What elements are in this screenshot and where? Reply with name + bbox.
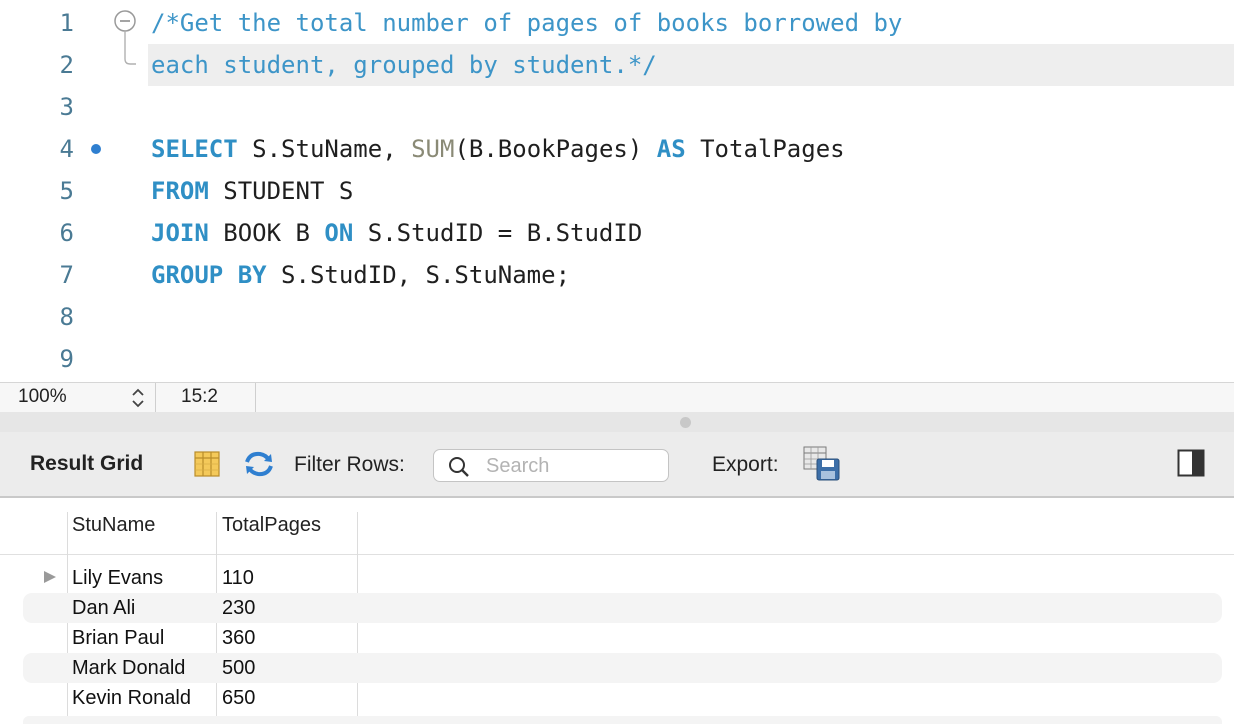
panel-toggle-icon[interactable] [1177,449,1205,477]
sql-keyword: GROUP BY [151,261,267,289]
sql-text: S.StuName, [237,135,412,163]
zoom-stepper-icon[interactable] [128,385,148,411]
line-number: 8 [59,303,74,331]
export-save-icon[interactable] [803,446,841,482]
sql-text: TotalPages [685,135,845,163]
code-text: /*Get the total number of pages of books… [151,2,902,44]
filter-rows-label: Filter Rows: [294,453,405,476]
line-number: 9 [59,345,74,373]
result-toolbar: Result Grid Filter Rows: Export: [0,432,1234,498]
line-number: 6 [59,219,74,247]
sql-function: SUM [411,135,455,163]
sql-text: S.StudID = B.StudID [353,219,643,247]
code-line-9: 9 [0,338,1234,380]
code-line-5: 5 FROM STUDENT S [0,170,1234,212]
table-row[interactable]: Mark Donald 500 [0,653,1234,683]
cell-totalpages[interactable]: 650 [222,687,255,710]
sql-comment: each student, grouped by student.*/ [151,51,657,79]
sql-keyword: SELECT [151,135,238,163]
line-number: 4 [59,135,74,163]
table-row[interactable]: Brian Paul 360 [0,623,1234,653]
editor-status-bar: 100% 15:2 [0,382,1234,413]
cell-stuname[interactable]: Lily Evans [72,567,163,590]
result-grid-title[interactable]: Result Grid [30,452,143,476]
statement-marker-icon [91,144,101,154]
cell-stuname[interactable]: Kevin Ronald [72,687,191,710]
cursor-position: 15:2 [181,386,218,407]
column-header-stuname[interactable]: StuName [72,514,155,537]
cell-stuname[interactable]: Dan Ali [72,597,135,620]
status-divider [155,383,156,413]
line-number: 3 [59,93,74,121]
sql-text: (B.BookPages) [454,135,657,163]
grid-header: StuName TotalPages [0,498,1234,555]
code-text: GROUP BY S.StudID, S.StuName; [151,254,570,296]
search-icon [449,457,469,477]
grid-view-icon[interactable] [193,450,221,478]
sql-keyword: FROM [151,177,209,205]
cell-totalpages[interactable]: 230 [222,597,255,620]
zoom-level[interactable]: 100% [18,386,67,408]
search-input[interactable] [486,454,656,478]
code-line-7: 7 GROUP BY S.StudID, S.StuName; [0,254,1234,296]
cell-totalpages[interactable]: 110 [222,567,254,590]
refresh-icon[interactable] [242,449,276,479]
code-text: SELECT S.StuName, SUM(B.BookPages) AS To… [151,128,845,170]
result-grid: StuName TotalPages Lily Evans 110 Dan Al… [0,498,1234,724]
cell-totalpages[interactable]: 500 [222,657,255,680]
code-line-4: 4 SELECT S.StuName, SUM(B.BookPages) AS … [0,128,1234,170]
cell-stuname[interactable]: Brian Paul [72,627,164,650]
code-line-8: 8 [0,296,1234,338]
cell-stuname[interactable]: Mark Donald [72,657,185,680]
cell-totalpages[interactable]: 360 [222,627,255,650]
table-row[interactable]: Lily Evans 110 [0,563,1234,593]
line-number: 7 [59,261,74,289]
row-stripe [23,593,1222,623]
code-line-1: 1 /*Get the total number of pages of boo… [0,2,1234,44]
sql-text: BOOK B [208,219,325,247]
sql-keyword: AS [656,135,686,163]
sql-text: STUDENT S [208,177,354,205]
code-line-3: 3 [0,86,1234,128]
search-box[interactable] [433,449,669,482]
sql-text: S.StudID, S.StuName; [266,261,571,289]
code-line-2: 2 each student, grouped by student.*/ [0,44,1234,86]
table-row[interactable]: Kevin Ronald 650 [0,683,1234,713]
column-header-totalpages[interactable]: TotalPages [222,514,321,537]
row-stripe [23,653,1222,683]
panel-splitter[interactable] [0,412,1234,432]
line-number: 1 [59,9,74,37]
code-text: JOIN BOOK B ON S.StudID = B.StudID [151,212,642,254]
sql-editor[interactable]: 1 /*Get the total number of pages of boo… [0,0,1234,382]
code-line-6: 6 JOIN BOOK B ON S.StudID = B.StudID [0,212,1234,254]
row-stripe [23,716,1222,724]
code-text: FROM STUDENT S [151,170,353,212]
splitter-handle[interactable] [680,417,691,428]
sql-keyword: ON [324,219,354,247]
current-row-arrow-icon [44,571,56,583]
line-number: 5 [59,177,74,205]
export-label: Export: [712,453,779,476]
status-divider [255,383,256,413]
sql-keyword: JOIN [151,219,209,247]
code-text: each student, grouped by student.*/ [151,44,657,86]
table-row[interactable]: Dan Ali 230 [0,593,1234,623]
line-number: 2 [59,51,74,79]
sql-comment: /*Get the total number of pages of books… [151,9,903,37]
